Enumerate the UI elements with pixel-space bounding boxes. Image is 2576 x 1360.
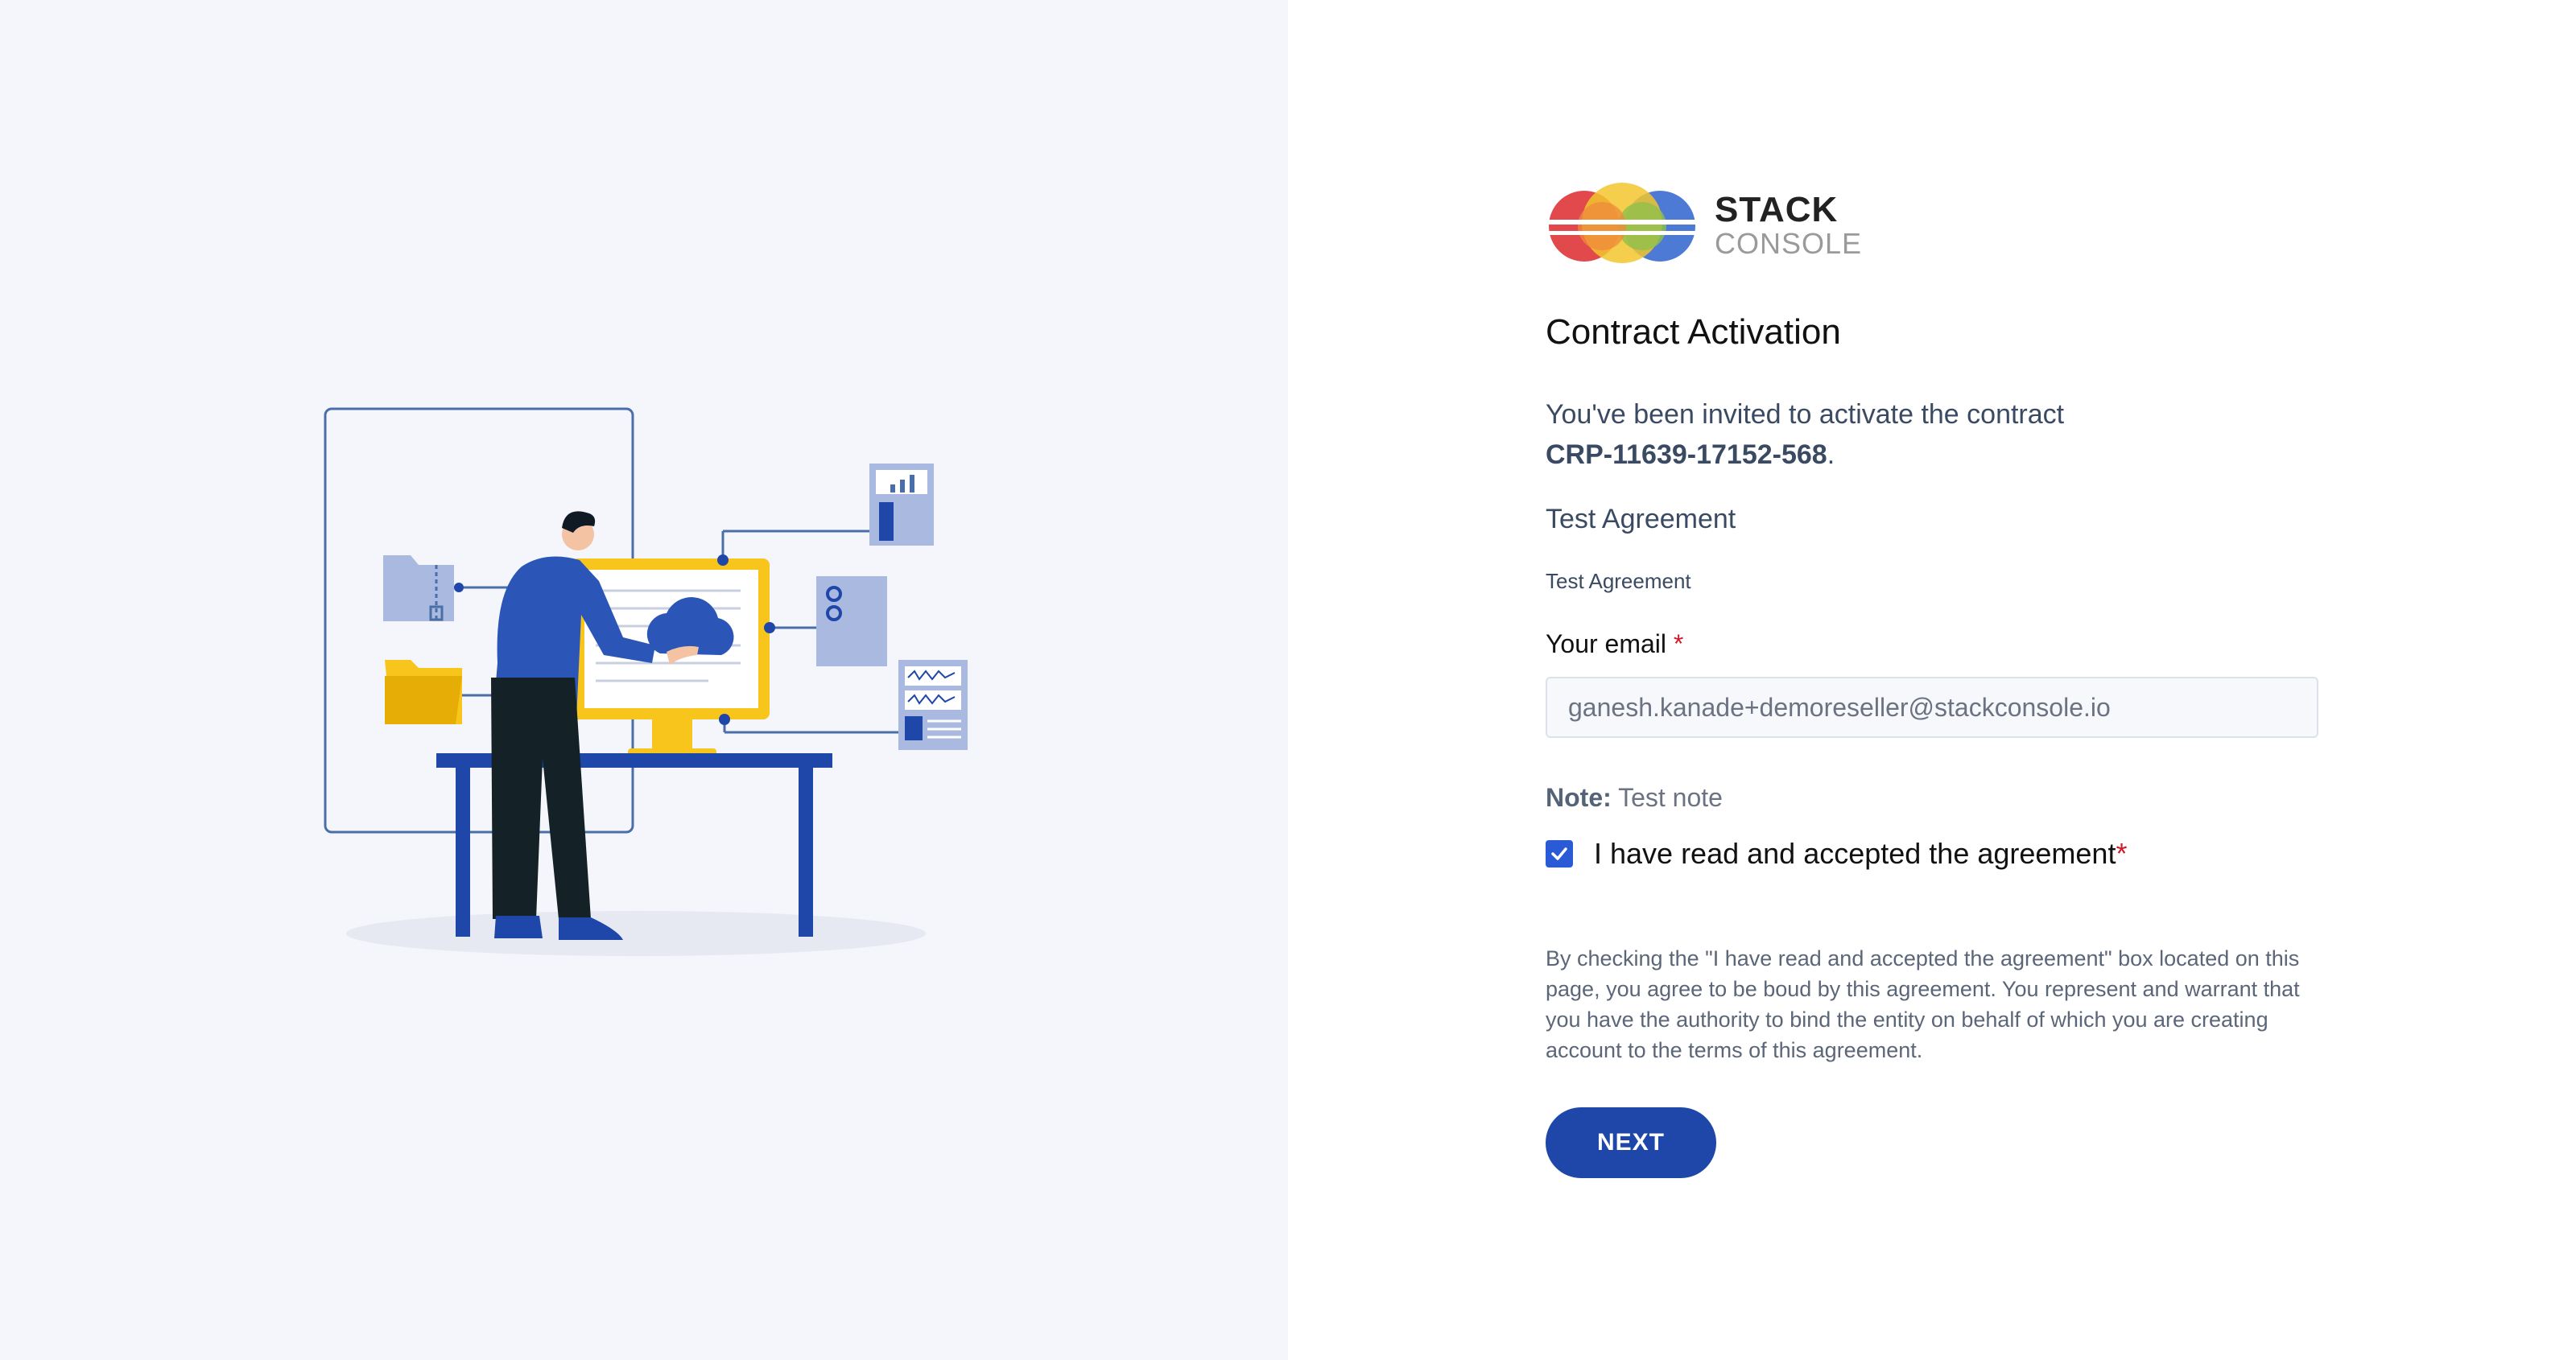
required-asterisk: *: [2116, 837, 2128, 870]
accept-agreement-label[interactable]: I have read and accepted the agreement*: [1594, 837, 2127, 871]
accept-agreement-row: I have read and accepted the agreement*: [1546, 837, 2318, 871]
accept-agreement-text: I have read and accepted the agreement: [1594, 837, 2116, 870]
email-label: Your email *: [1546, 629, 2318, 659]
required-asterisk: *: [1673, 629, 1684, 658]
email-label-text: Your email: [1546, 629, 1667, 658]
page-title: Contract Activation: [1546, 312, 1841, 352]
settings-card-icon: [816, 576, 887, 666]
invite-text: You've been invited to activate the cont…: [1546, 399, 2065, 430]
note-label: Note:: [1546, 783, 1612, 812]
zip-folder-icon: [383, 555, 454, 621]
invite-suffix: .: [1827, 439, 1835, 470]
person-at-computer-illustration: [324, 407, 968, 956]
email-field[interactable]: [1546, 677, 2318, 738]
note: Note: Test note: [1546, 783, 2318, 813]
bar-chart-card-icon: [869, 464, 934, 546]
agreement-title: Test Agreement: [1546, 504, 1736, 534]
form-panel: STACK CONSOLE Contract Activation You've…: [1288, 0, 2576, 1360]
agreement-body: Test Agreement: [1546, 569, 1691, 593]
monitoring-card-icon: [898, 660, 968, 750]
stack-console-logo: STACK CONSOLE: [1546, 177, 2318, 274]
logo-text-console: CONSOLE: [1715, 227, 1863, 260]
illustration-panel: [0, 0, 1288, 1360]
contract-id: CRP-11639-17152-568: [1546, 439, 1827, 470]
contract-activation-form: STACK CONSOLE Contract Activation You've…: [1546, 177, 2318, 1178]
note-text: Test note: [1618, 783, 1723, 812]
logo-circles-icon: [1546, 183, 1699, 263]
invite-message: You've been invited to activate the cont…: [1546, 394, 2318, 475]
accept-agreement-checkbox[interactable]: [1546, 840, 1573, 868]
next-button[interactable]: NEXT: [1546, 1107, 1716, 1178]
checkmark-icon: [1551, 847, 1567, 860]
logo-text-stack: STACK: [1715, 190, 1839, 229]
yellow-folder-icon: [385, 660, 462, 724]
agreement-disclaimer: By checking the "I have read and accepte…: [1546, 946, 2300, 1062]
